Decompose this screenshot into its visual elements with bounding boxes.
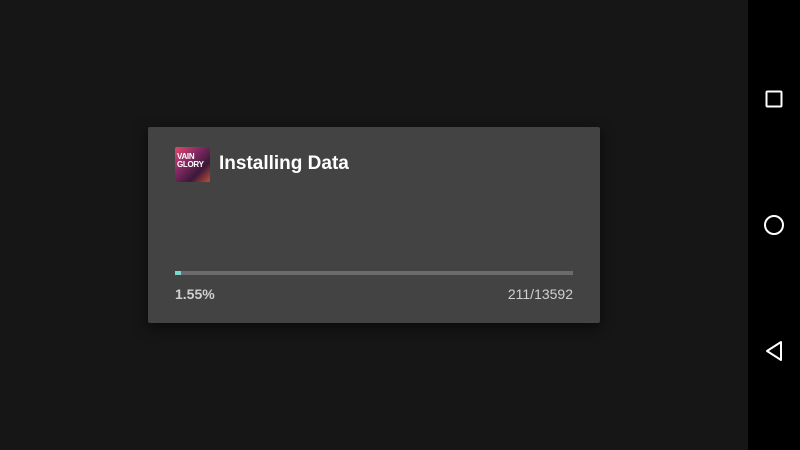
back-button[interactable] xyxy=(748,325,800,377)
home-button[interactable] xyxy=(748,199,800,251)
dialog-title: Installing Data xyxy=(219,153,349,174)
progress-bar xyxy=(175,271,573,275)
recents-icon xyxy=(765,90,783,108)
install-dialog: VAIN GLORY Installing Data 1.55% 211/1359… xyxy=(148,127,600,323)
app-logo-text: VAIN GLORY xyxy=(177,152,204,169)
app-icon: VAIN GLORY xyxy=(175,147,210,182)
navigation-bar xyxy=(748,0,800,450)
progress-bar-fill xyxy=(175,271,181,275)
recents-button[interactable] xyxy=(748,73,800,125)
back-icon xyxy=(766,341,782,361)
progress-percent: 1.55% xyxy=(175,286,215,302)
screen-background: VAIN GLORY Installing Data 1.55% 211/1359… xyxy=(0,0,748,450)
home-icon xyxy=(764,215,784,235)
progress-count: 211/13592 xyxy=(507,286,573,302)
